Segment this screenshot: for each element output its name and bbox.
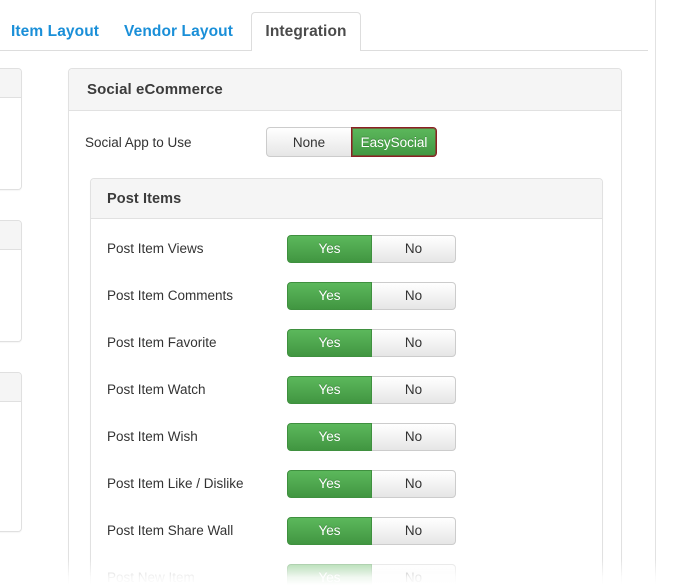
post-item-toggle-group[interactable]: Yes No (287, 328, 457, 357)
post-item-toggle-group[interactable]: Yes No (287, 422, 457, 451)
post-item-row: Post Item Views Yes No (91, 225, 602, 272)
post-items-panel-header: Post Items (91, 179, 602, 219)
social-app-to-use-row: Social App to Use None EasySocial (69, 111, 621, 173)
post-item-row: Post Item Watch Yes No (91, 366, 602, 413)
page-edge-divider (655, 0, 656, 585)
post-item-toggle-yes[interactable]: Yes (287, 563, 372, 585)
post-item-toggle-no[interactable]: No (371, 328, 456, 357)
post-item-row: Post Item Wish Yes No (91, 413, 602, 460)
post-items-rows: Post Item Views Yes No Post Item Comments Ye… (91, 219, 602, 585)
sidebar-panel-2-header (0, 221, 21, 250)
post-item-label: Post Item Wish (107, 429, 198, 444)
social-app-option-none[interactable]: None (266, 127, 352, 157)
tab-bar: Item Layout Vendor Layout Integration (0, 0, 673, 51)
post-item-label: Post Item Watch (107, 382, 206, 397)
post-item-label: Post Item Views (107, 241, 204, 256)
post-item-toggle-yes[interactable]: Yes (287, 469, 372, 498)
post-item-toggle-no[interactable]: No (371, 375, 456, 404)
post-item-toggle-yes[interactable]: Yes (287, 422, 372, 451)
sidebar-panel-3 (0, 372, 22, 532)
post-item-row: Post Item Like / Dislike Yes No (91, 460, 602, 507)
tab-integration-label: Integration (265, 22, 347, 40)
post-item-toggle-yes[interactable]: Yes (287, 234, 372, 263)
post-item-toggle-no[interactable]: No (371, 469, 456, 498)
sidebar-panel-2 (0, 220, 22, 342)
post-item-label: Post New Item (107, 570, 195, 585)
post-item-label: Post Item Like / Dislike (107, 476, 244, 491)
social-ecommerce-panel-body: Social App to Use None EasySocial (69, 111, 621, 173)
social-app-to-use-label: Social App to Use (85, 134, 192, 150)
post-item-toggle-group[interactable]: Yes No (287, 516, 457, 545)
post-item-toggle-group[interactable]: Yes No (287, 281, 457, 310)
tab-integration[interactable]: Integration (251, 12, 361, 51)
social-app-option-easysocial[interactable]: EasySocial (351, 127, 437, 157)
tab-vendor-layout[interactable]: Vendor Layout (110, 12, 247, 50)
post-item-toggle-no[interactable]: No (371, 563, 456, 585)
post-item-row: Post Item Comments Yes No (91, 272, 602, 319)
tab-item-layout-label: Item Layout (10, 22, 100, 40)
post-item-toggle-group[interactable]: Yes No (287, 234, 457, 263)
sidebar-panel-1 (0, 68, 22, 190)
sidebar-panel-1-body (0, 98, 21, 189)
post-item-toggle-group[interactable]: Yes No (287, 563, 457, 585)
post-item-row: Post New Item Yes No (91, 554, 602, 585)
post-item-toggle-yes[interactable]: Yes (287, 516, 372, 545)
post-item-toggle-no[interactable]: No (371, 281, 456, 310)
app-root: Item Layout Vendor Layout Integration So… (0, 0, 673, 585)
post-items-panel: Post Items Post Item Views Yes No Post Item… (90, 178, 603, 585)
post-item-row: Post Item Share Wall Yes No (91, 507, 602, 554)
post-item-toggle-yes[interactable]: Yes (287, 375, 372, 404)
social-ecommerce-panel-header: Social eCommerce (69, 69, 621, 111)
post-item-label: Post Item Share Wall (107, 523, 234, 538)
post-item-toggle-no[interactable]: No (371, 516, 456, 545)
sidebar-panel-2-body (0, 250, 21, 341)
post-items-title: Post Items (107, 190, 182, 207)
sidebar-panel-3-body (0, 402, 21, 531)
post-item-label: Post Item Comments (107, 288, 234, 303)
post-item-toggle-no[interactable]: No (371, 234, 456, 263)
post-item-toggle-yes[interactable]: Yes (287, 328, 372, 357)
tab-vendor-layout-label: Vendor Layout (124, 22, 233, 40)
tab-item-layout[interactable]: Item Layout (0, 12, 110, 50)
post-item-toggle-group[interactable]: Yes No (287, 375, 457, 404)
social-app-to-use-button-group[interactable]: None EasySocial (266, 127, 438, 157)
sidebar-panel-3-header (0, 373, 21, 402)
sidebar-panel-1-header (0, 69, 21, 98)
post-item-row: Post Item Favorite Yes No (91, 319, 602, 366)
post-item-toggle-no[interactable]: No (371, 422, 456, 451)
post-item-toggle-yes[interactable]: Yes (287, 281, 372, 310)
post-item-label: Post Item Favorite (107, 335, 217, 350)
post-item-toggle-group[interactable]: Yes No (287, 469, 457, 498)
social-ecommerce-title: Social eCommerce (87, 81, 223, 98)
